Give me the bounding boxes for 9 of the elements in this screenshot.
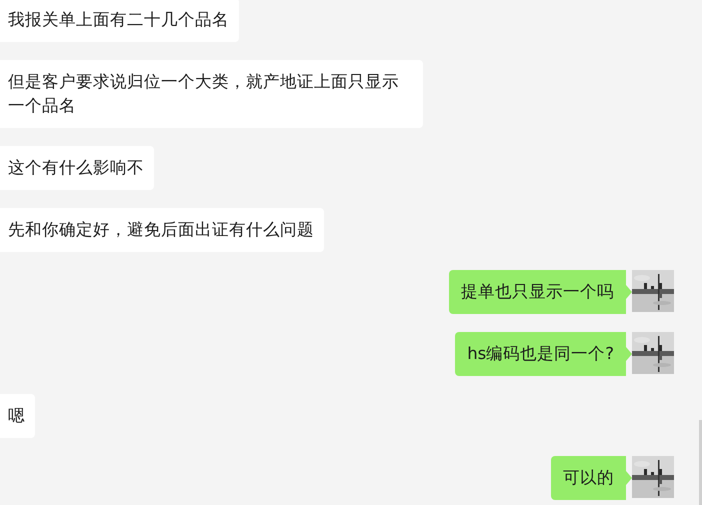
message-bubble: 嗯 xyxy=(0,394,35,438)
scrollbar[interactable] xyxy=(699,420,702,505)
message-bubble: 我报关单上面有二十几个品名 xyxy=(0,0,239,42)
message-bubble: hs编码也是同一个? xyxy=(455,332,632,376)
message-bubble: 提单也只显示一个吗 xyxy=(449,270,632,314)
message-bubble: 但是客户要求说归位一个大类，就产地证上面只显示一个品名 xyxy=(0,60,423,128)
message-bubble: 这个有什么影响不 xyxy=(0,146,154,190)
message-bubble: 先和你确定好，避免后面出证有什么问题 xyxy=(0,208,324,252)
message-bubble: 可以的 xyxy=(551,456,632,500)
